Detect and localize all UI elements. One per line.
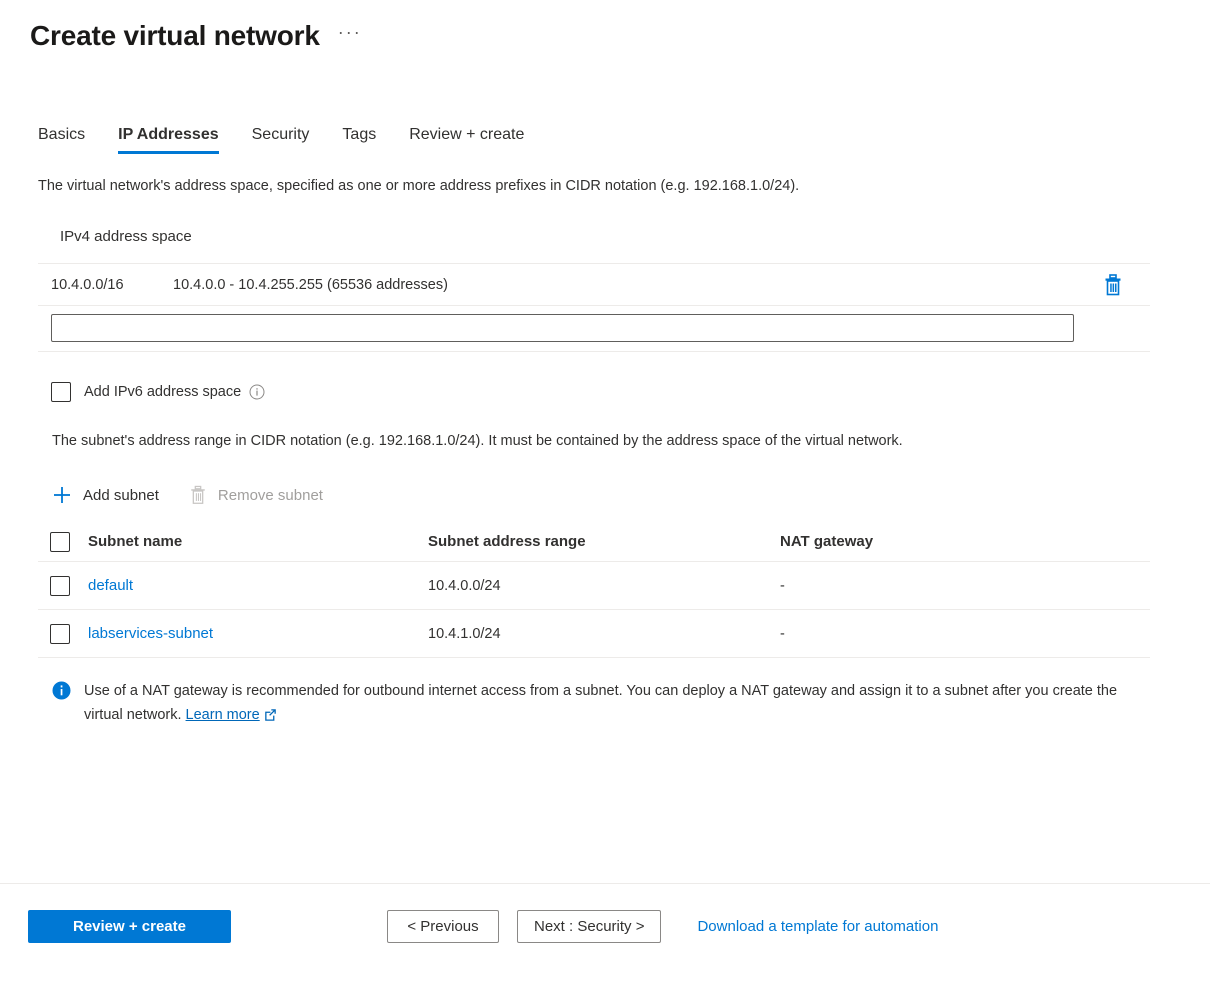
subnet-name-link[interactable]: labservices-subnet [88,625,213,642]
page-header: Create virtual network ··· [0,0,1210,58]
new-address-space-input[interactable] [51,314,1074,342]
external-link-icon [264,709,277,725]
column-header-subnet-name[interactable]: Subnet name [76,533,428,550]
nat-gateway-cell: - [780,578,1150,594]
tab-security[interactable]: Security [252,126,310,154]
trash-icon [1103,274,1123,296]
nat-gateway-info-banner: Use of a NAT gateway is recommended for … [52,679,1157,727]
remove-subnet-label: Remove subnet [218,487,323,504]
add-subnet-button[interactable]: Add subnet [52,485,159,505]
download-template-link[interactable]: Download a template for automation [697,918,938,935]
subnet-description: The subnet's address range in CIDR notat… [52,429,1127,454]
info-filled-icon [52,681,71,705]
address-prefix-value: 10.4.0.0/16 [51,277,173,293]
tab-tags[interactable]: Tags [342,126,376,154]
new-address-space-row [38,306,1150,352]
column-header-subnet-address-range[interactable]: Subnet address range [428,533,780,550]
address-range-value: 10.4.0.0 - 10.4.255.255 (65536 addresses… [173,277,1096,293]
remove-subnet-button[interactable]: Remove subnet [189,485,323,505]
table-row: default 10.4.0.0/24 - [38,562,1150,610]
plus-icon [52,485,72,505]
wizard-tabs: Basics IP Addresses Security Tags Review… [0,120,1210,154]
info-banner-text: Use of a NAT gateway is recommended for … [84,679,1157,727]
footer-buttons: Review + create < Previous Next : Securi… [0,884,1210,943]
info-circle-icon [249,384,265,400]
more-options-icon[interactable]: ··· [338,22,362,50]
row-select-cell [38,624,76,644]
delete-address-space-button[interactable] [1096,268,1130,302]
table-header-row: Subnet name Subnet address range NAT gat… [38,522,1150,562]
row-checkbox[interactable] [50,576,70,596]
row-select-cell [38,576,76,596]
nat-gateway-cell: - [780,626,1150,642]
add-subnet-label: Add subnet [83,487,159,504]
add-ipv6-address-space-row: Add IPv6 address space [51,382,1210,402]
previous-button[interactable]: < Previous [387,910,499,943]
trash-icon [189,485,207,505]
ipv4-address-space-label: IPv4 address space [60,228,1210,245]
page-title: Create virtual network [30,19,320,53]
subnet-address-range-cell: 10.4.1.0/24 [428,626,780,642]
subnet-toolbar: Add subnet Remove subnet [52,485,1210,505]
add-ipv6-checkbox[interactable] [51,382,71,402]
add-ipv6-label: Add IPv6 address space [84,384,241,400]
main-content: The virtual network's address space, spe… [0,176,1210,727]
table-row: 10.4.0.0/16 10.4.0.0 - 10.4.255.255 (655… [38,264,1150,306]
info-tooltip-button[interactable] [249,384,265,400]
address-space-description: The virtual network's address space, spe… [38,176,1113,197]
next-security-button[interactable]: Next : Security > [517,910,661,943]
subnet-address-range-cell: 10.4.0.0/24 [428,578,780,594]
subnet-table: Subnet name Subnet address range NAT gat… [38,522,1150,658]
select-all-checkbox[interactable] [50,532,70,552]
review-create-button[interactable]: Review + create [28,910,231,943]
subnet-name-cell: labservices-subnet [76,625,428,642]
row-checkbox[interactable] [50,624,70,644]
subnet-name-cell: default [76,577,428,594]
subnet-name-link[interactable]: default [88,577,133,594]
table-row: labservices-subnet 10.4.1.0/24 - [38,610,1150,658]
column-header-nat-gateway[interactable]: NAT gateway [780,533,1150,550]
select-all-cell [38,532,76,552]
learn-more-link[interactable]: Learn more [186,707,260,723]
wizard-footer: Review + create < Previous Next : Securi… [0,883,1210,991]
tab-basics[interactable]: Basics [38,126,85,154]
tab-ip-addresses[interactable]: IP Addresses [118,126,219,154]
tab-review-create[interactable]: Review + create [409,126,524,154]
